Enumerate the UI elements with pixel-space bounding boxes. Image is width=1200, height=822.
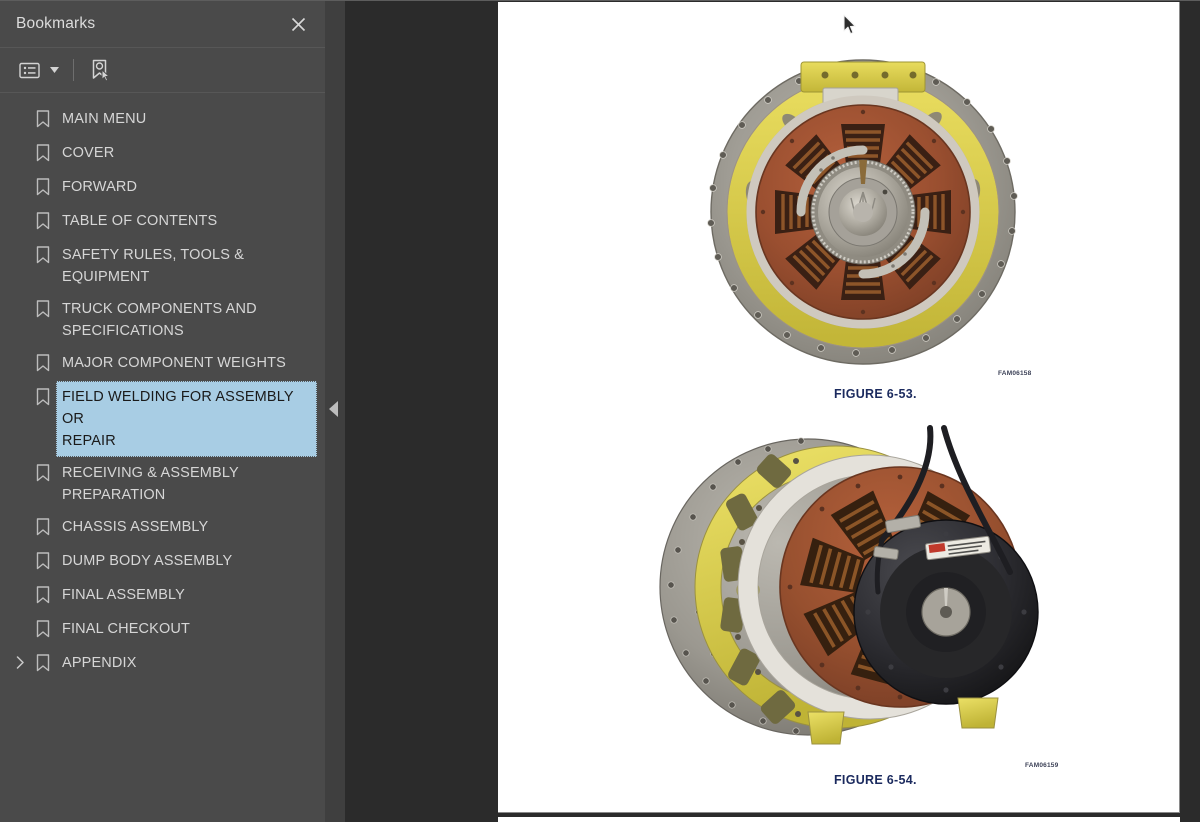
bookmark-label: FIELD WELDING FOR ASSEMBLY OR REPAIR	[56, 381, 317, 457]
bookmark-icon	[30, 613, 56, 638]
bookmark-item[interactable]: TRUCK COMPONENTS AND SPECIFICATIONS	[0, 293, 325, 347]
twisty-spacer	[10, 293, 30, 302]
bookmark-icon	[30, 239, 56, 264]
twisty-spacer	[10, 613, 30, 622]
bookmark-label: FINAL CHECKOUT	[62, 621, 191, 637]
bookmark-icon	[30, 457, 56, 482]
twisty-spacer	[10, 511, 30, 520]
bookmark-label: MAJOR COMPONENT WEIGHTS	[62, 355, 286, 371]
bookmark-label: FORWARD	[62, 179, 138, 195]
panel-splitter[interactable]	[325, 0, 345, 822]
bookmark-item[interactable]: CHASSIS ASSEMBLY	[0, 511, 325, 545]
figure-image-1	[673, 52, 1053, 382]
figure-caption-2: FIGURE 6-54.	[834, 773, 917, 787]
bookmark-label: TRUCK COMPONENTS AND SPECIFICATIONS	[62, 301, 257, 339]
new-bookmark-icon[interactable]	[88, 58, 114, 82]
bookmark-label: FINAL ASSEMBLY	[62, 587, 185, 603]
twisty-spacer	[10, 137, 30, 146]
twisty-spacer	[10, 545, 30, 554]
toolbar-divider	[73, 59, 74, 81]
bookmark-icon	[30, 293, 56, 318]
pdf-viewer-window: Bookmarks MAIN MENU COVER FORWARD TABLE …	[0, 0, 1200, 822]
twisty-spacer	[10, 239, 30, 248]
bookmark-label: APPENDIX	[62, 655, 137, 671]
bookmark-icon	[30, 647, 56, 672]
bookmarks-panel-header: Bookmarks	[0, 1, 325, 47]
bookmark-item[interactable]: FINAL ASSEMBLY	[0, 579, 325, 613]
bookmark-icon	[30, 137, 56, 162]
bookmark-label: RECEIVING & ASSEMBLY PREPARATION	[62, 465, 239, 503]
bookmark-icon	[30, 511, 56, 536]
bookmark-icon	[30, 347, 56, 372]
options-menu-group[interactable]	[16, 58, 61, 82]
list-options-icon[interactable]	[16, 58, 42, 82]
bookmark-item[interactable]: COVER	[0, 137, 325, 171]
bookmark-label: COVER	[62, 145, 115, 161]
bookmark-item[interactable]: RECEIVING & ASSEMBLY PREPARATION	[0, 457, 325, 511]
bookmark-item[interactable]: TABLE OF CONTENTS	[0, 205, 325, 239]
bookmark-label: MAIN MENU	[62, 111, 147, 127]
bookmark-icon	[30, 103, 56, 128]
bookmark-label: SAFETY RULES, TOOLS & EQUIPMENT	[62, 247, 245, 285]
bookmark-icon	[30, 205, 56, 230]
figure-code-2: FAM06159	[1025, 762, 1059, 769]
twisty-spacer	[10, 347, 30, 356]
twisty-spacer	[10, 579, 30, 588]
bookmark-label: TABLE OF CONTENTS	[62, 213, 218, 229]
bookmark-item[interactable]: DUMP BODY ASSEMBLY	[0, 545, 325, 579]
bookmark-label: DUMP BODY ASSEMBLY	[62, 553, 233, 569]
bookmark-item[interactable]: FORWARD	[0, 171, 325, 205]
twisty-spacer	[10, 381, 30, 390]
twisty-spacer	[10, 103, 30, 112]
bookmarks-toolbar	[0, 47, 325, 93]
bookmark-icon	[30, 171, 56, 196]
bookmark-icon	[30, 579, 56, 604]
chevron-right-icon[interactable]	[10, 647, 30, 669]
bookmark-item[interactable]: SAFETY RULES, TOOLS & EQUIPMENT	[0, 239, 325, 293]
bookmarks-panel: Bookmarks MAIN MENU COVER FORWARD TABLE …	[0, 0, 325, 822]
close-icon[interactable]	[285, 11, 311, 37]
bookmark-item[interactable]: FIELD WELDING FOR ASSEMBLY OR REPAIR	[0, 381, 325, 457]
figure-code-1: FAM06158	[998, 370, 1032, 377]
collapse-left-triangle-icon[interactable]	[329, 401, 338, 417]
bookmark-icon	[30, 545, 56, 570]
chevron-down-icon[interactable]	[47, 59, 61, 81]
pdf-page-next	[498, 817, 1180, 822]
figure-caption-1: FIGURE 6-53.	[834, 387, 917, 401]
bookmark-item[interactable]: MAJOR COMPONENT WEIGHTS	[0, 347, 325, 381]
bookmark-item[interactable]: MAIN MENU	[0, 103, 325, 137]
bookmark-icon	[30, 381, 56, 406]
bookmark-item[interactable]: FINAL CHECKOUT	[0, 613, 325, 647]
pdf-page: FAM06158 FIGURE 6-53. FAM06159 FIGURE 6-…	[498, 2, 1180, 813]
bookmark-list[interactable]: MAIN MENU COVER FORWARD TABLE OF CONTENTS SA…	[0, 93, 325, 822]
panel-title: Bookmarks	[16, 15, 96, 32]
figure-image-2	[658, 422, 1058, 752]
document-viewport[interactable]: FAM06158 FIGURE 6-53. FAM06159 FIGURE 6-…	[345, 0, 1200, 822]
twisty-spacer	[10, 171, 30, 180]
twisty-spacer	[10, 457, 30, 466]
twisty-spacer	[10, 205, 30, 214]
bookmark-item[interactable]: APPENDIX	[0, 647, 325, 681]
bookmark-label: CHASSIS ASSEMBLY	[62, 519, 209, 535]
